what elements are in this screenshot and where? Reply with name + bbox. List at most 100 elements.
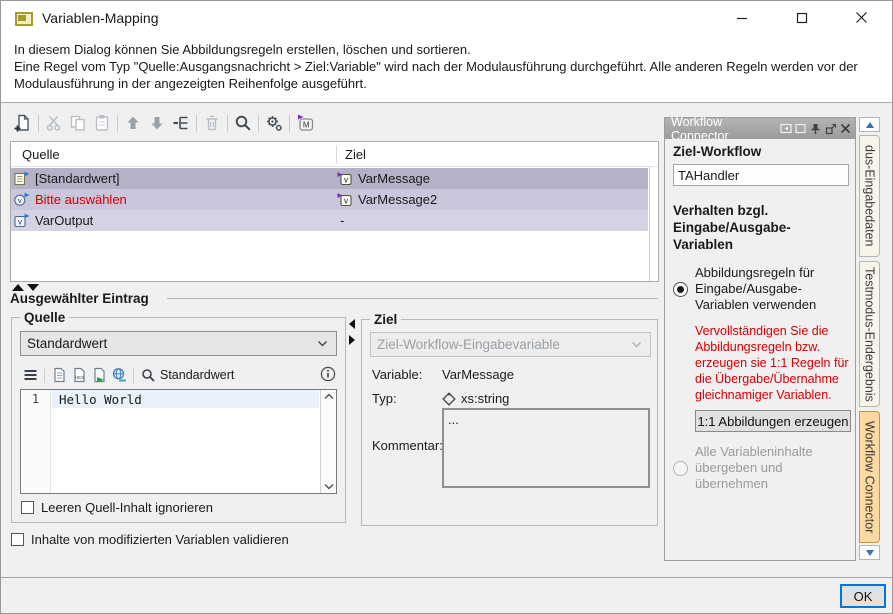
tab-testmodus-eingabedaten[interactable]: dus-Eingabedaten [859, 135, 880, 257]
quelle-type-dropdown[interactable]: Standardwert [20, 331, 337, 356]
table-row[interactable]: [Standardwert] v VarMessage [11, 168, 648, 189]
editor-content[interactable]: Hello World [59, 392, 318, 407]
quelle-group-label: Quelle [20, 310, 69, 325]
search-icon [234, 114, 252, 132]
settings-button[interactable] [262, 112, 286, 134]
scroll-down-icon[interactable] [324, 483, 334, 490]
splitter-collapse-controls[interactable] [349, 319, 355, 345]
mapping-rules-radio-label: Abbildungsregeln für Eingabe/Ausgabe-Var… [695, 265, 845, 313]
minimize-button[interactable] [719, 1, 765, 34]
remove-mapping-button[interactable] [169, 112, 193, 134]
module-button[interactable]: M [293, 112, 317, 134]
tab-testmodus-endergebnis[interactable]: Testmodus-Endergebnis [859, 261, 880, 407]
ignore-empty-checkbox-row[interactable]: Leeren Quell-Inhalt ignorieren [21, 500, 213, 515]
cut-icon [45, 114, 63, 132]
column-header-ziel[interactable]: Ziel [336, 147, 658, 162]
dock-left-button[interactable] [779, 122, 792, 135]
table-header: Quelle Ziel [11, 142, 658, 167]
panel-close-button[interactable] [839, 122, 852, 135]
panel-titlebar[interactable]: Workflow Connector [665, 118, 855, 139]
toolbar-separator [227, 115, 228, 132]
cut-button[interactable] [42, 112, 66, 134]
typ-label: Typ: [372, 391, 442, 406]
editor-menu-button[interactable] [20, 366, 40, 384]
collapse-right-icon[interactable] [349, 335, 355, 345]
text-view-button[interactable] [49, 366, 69, 384]
tabs-scroll-down-button[interactable] [859, 545, 880, 560]
quelle-cell[interactable]: v Bitte auswählen [11, 192, 336, 207]
validate-checkbox-row[interactable]: Inhalte von modifizierten Variablen vali… [11, 532, 289, 547]
ziel-cell[interactable]: v VarMessage2 [336, 192, 648, 207]
dialog-header: Variablen-Mapping In diesem Dialog könne… [1, 1, 892, 103]
side-tabstrip: dus-Eingabedaten Testmodus-Endergebnis W… [858, 117, 883, 561]
delete-button[interactable] [200, 112, 224, 134]
ziel-cell[interactable]: - [336, 213, 648, 228]
radio-selected[interactable] [673, 282, 688, 297]
validate-checkbox-label: Inhalte von modifizierten Variablen vali… [31, 532, 289, 547]
paste-button[interactable] [90, 112, 114, 134]
typ-value: xs:string [461, 391, 509, 406]
source-content-editor[interactable]: 1 Hello World [20, 389, 337, 494]
copy-button[interactable] [66, 112, 90, 134]
quelle-value: [Standardwert] [35, 171, 120, 186]
maximize-button[interactable] [779, 1, 825, 34]
generate-mappings-button[interactable]: 1:1 Abbildungen erzeugen [695, 410, 851, 432]
quelle-value: Bitte auswählen [35, 192, 127, 207]
hex-view-button[interactable]: HEX [69, 366, 89, 384]
move-down-button[interactable] [145, 112, 169, 134]
kommentar-box: ... [442, 408, 650, 488]
ziel-workflow-field[interactable] [673, 164, 849, 186]
move-up-button[interactable] [121, 112, 145, 134]
editor-search-button[interactable] [138, 366, 158, 384]
sort-handles[interactable] [12, 284, 39, 291]
mapping-rules-radio-row[interactable]: Abbildungsregeln für Eingabe/Ausgabe-Var… [673, 265, 851, 313]
ziel-value: - [337, 213, 344, 228]
table-row[interactable]: v VarOutput - [11, 210, 648, 231]
tabs-scroll-up-button[interactable] [859, 117, 880, 132]
float-button[interactable] [824, 122, 837, 135]
window-title: Variablen-Mapping [42, 10, 158, 26]
radio-disabled [673, 461, 688, 476]
selected-entry-heading: Ausgewählter Eintrag [10, 291, 149, 306]
description-line1: In diesem Dialog können Sie Abbildungsre… [14, 42, 471, 57]
checkbox[interactable] [11, 533, 24, 546]
toolbar-separator [196, 115, 197, 132]
behavior-heading: Verhalten bzgl. Eingabe/Ausgabe-Variable… [673, 202, 841, 253]
all-variables-radio-row: Alle Variableninhalte übergeben und über… [673, 444, 851, 492]
new-document-icon [14, 114, 32, 132]
import-content-button[interactable] [89, 366, 109, 384]
sort-down-icon[interactable] [27, 284, 39, 291]
scroll-up-icon[interactable] [324, 393, 334, 400]
column-header-quelle[interactable]: Quelle [11, 147, 336, 162]
close-button[interactable] [838, 1, 884, 34]
pin-button[interactable] [809, 122, 822, 135]
tab-label: dus-Eingabedaten [863, 145, 877, 246]
new-rule-button[interactable] [11, 112, 35, 134]
ziel-group: Ziel Ziel-Workflow-Eingabevariable Varia… [361, 319, 658, 526]
checkbox[interactable] [21, 501, 34, 514]
quelle-cell[interactable]: v VarOutput [11, 213, 336, 228]
sort-up-icon[interactable] [12, 284, 24, 291]
description-line2: Eine Regel vom Typ "Quelle:Ausgangsnachr… [14, 59, 858, 91]
ziel-cell[interactable]: v VarMessage [336, 171, 648, 186]
document-import-icon [92, 367, 107, 383]
info-button[interactable] [320, 366, 336, 385]
panel-maximize-button[interactable] [794, 122, 807, 135]
ok-button[interactable]: OK [840, 584, 886, 608]
variable-label: Variable: [372, 367, 442, 382]
table-scrollbar[interactable] [649, 167, 658, 281]
table-row[interactable]: v Bitte auswählen v VarMessage2 [11, 189, 648, 210]
variable-output-icon: v [14, 213, 30, 228]
ziel-dropdown-value: Ziel-Workflow-Eingabevariable [377, 337, 560, 352]
svg-text:M: M [302, 121, 309, 130]
encoding-button[interactable] [109, 366, 129, 384]
quelle-cell[interactable]: [Standardwert] [11, 171, 336, 186]
collapse-left-icon[interactable] [349, 319, 355, 329]
window-icon [15, 12, 33, 26]
tab-workflow-connector-active[interactable]: Workflow Connector [859, 411, 880, 543]
mapping-warning-text: Vervollständigen Sie die Abbildungsregel… [695, 323, 855, 403]
toolbar-separator [133, 368, 134, 383]
module-icon: M [296, 114, 315, 132]
search-button[interactable] [231, 112, 255, 134]
editor-scrollbar[interactable] [320, 390, 336, 493]
